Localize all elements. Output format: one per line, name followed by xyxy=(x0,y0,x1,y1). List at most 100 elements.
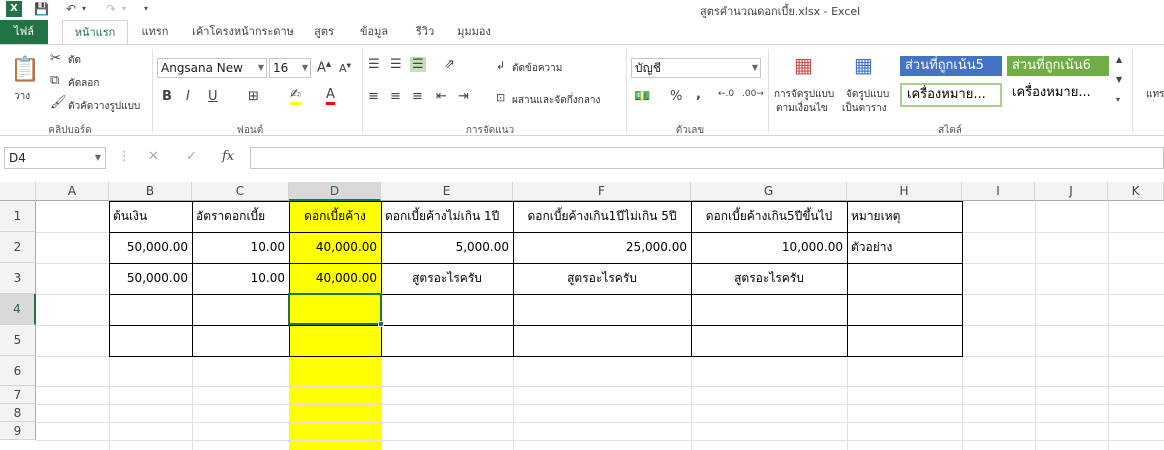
align-center-icon[interactable]: ≡ xyxy=(390,89,401,104)
column-header-h[interactable]: H xyxy=(847,182,962,201)
more-styles-icon[interactable]: ▾ xyxy=(1116,95,1120,104)
format-table-label-1[interactable]: จัดรูปแบบ xyxy=(846,87,889,102)
tab-review[interactable]: รีวิว xyxy=(408,20,442,44)
cancel-icon[interactable]: ✕ xyxy=(148,149,159,164)
decrease-font-icon[interactable]: A▼ xyxy=(339,62,351,75)
tab-page-layout[interactable]: เค้าโครงหน้ากระดาษ xyxy=(190,20,296,44)
column-header-b[interactable]: B xyxy=(109,182,192,201)
row-header-7[interactable]: 7 xyxy=(0,386,36,404)
column-header-e[interactable]: E xyxy=(381,182,513,201)
tab-data[interactable]: ข้อมูล xyxy=(354,20,394,44)
insert-cells-button[interactable]: แทร xyxy=(1146,87,1164,102)
bold-button[interactable]: B xyxy=(162,89,172,104)
column-header-g[interactable]: G xyxy=(691,182,847,201)
copy-icon[interactable]: ⧉ xyxy=(50,73,59,88)
formula-input[interactable] xyxy=(250,147,1164,169)
fill-handle[interactable] xyxy=(378,321,384,327)
increase-font-icon[interactable]: A▲ xyxy=(317,60,331,75)
scissors-icon[interactable]: ✂ xyxy=(50,51,61,66)
conditional-format-label-1[interactable]: การจัดรูปแบบ xyxy=(774,87,834,102)
align-top-icon[interactable]: ☰ xyxy=(368,57,380,72)
format-table-label-2[interactable]: เป็นตาราง xyxy=(842,101,887,116)
redo-dropdown-icon[interactable]: ▾ xyxy=(122,0,126,18)
increase-indent-icon[interactable]: ⇥ xyxy=(458,89,469,104)
cell-b3[interactable]: 50,000.00 xyxy=(109,263,192,293)
italic-button[interactable]: I xyxy=(186,89,190,104)
cell-f3[interactable]: สูตรอะไรครับ xyxy=(513,263,691,293)
cell-d1[interactable]: ดอกเบี้ยค้าง xyxy=(289,201,381,231)
row-header-5[interactable]: 5 xyxy=(0,325,36,356)
decrease-indent-icon[interactable]: ⇤ xyxy=(436,89,447,104)
column-header-j[interactable]: J xyxy=(1035,182,1108,201)
name-box[interactable]: D4 ▼ xyxy=(4,147,106,169)
cell-b1[interactable]: ต้นเงิน xyxy=(109,201,192,231)
column-header-i[interactable]: I xyxy=(962,182,1035,201)
format-painter-button[interactable]: ตัวคัดวางรูปแบบ xyxy=(68,99,140,114)
paste-button[interactable]: วาง xyxy=(14,89,30,104)
redo-icon[interactable]: ↷ xyxy=(106,0,116,18)
row-header-4[interactable]: 4 xyxy=(0,294,36,325)
column-header-d[interactable]: D xyxy=(289,182,381,201)
increase-decimal-icon[interactable]: ←.0 xyxy=(718,89,734,99)
save-icon[interactable]: 💾 xyxy=(34,0,49,18)
style-accent6[interactable]: ส่วนที่ถูกเน้น6 xyxy=(1007,56,1109,76)
percent-button[interactable]: % xyxy=(670,89,682,104)
align-left-icon[interactable]: ≡ xyxy=(368,89,379,104)
cell-g3[interactable]: สูตรอะไรครับ xyxy=(691,263,847,293)
format-table-icon[interactable]: ▦ xyxy=(854,53,873,77)
cell-f1[interactable]: ดอกเบี้ยค้างเกิน1ปีไม่เกิน 5ปี xyxy=(513,201,691,231)
align-right-icon[interactable]: ≡ xyxy=(412,89,423,104)
font-name-select[interactable]: Angsana New ▼ xyxy=(157,58,267,78)
decrease-decimal-icon[interactable]: .00→ xyxy=(742,89,764,99)
tab-formulas[interactable]: สูตร xyxy=(306,20,342,44)
format-painter-icon[interactable]: 🖌 xyxy=(50,95,67,110)
row-header-3[interactable]: 3 xyxy=(0,263,36,294)
active-cell-d4[interactable] xyxy=(288,293,382,325)
cell-e3[interactable]: สูตรอะไรครับ xyxy=(381,263,513,293)
cell-c2[interactable]: 10.00 xyxy=(192,232,289,262)
column-header-c[interactable]: C xyxy=(192,182,289,201)
cell-d2[interactable]: 40,000.00 xyxy=(289,232,381,262)
cell-e2[interactable]: 5,000.00 xyxy=(381,232,513,262)
customize-toolbar-icon[interactable]: ▾ xyxy=(144,0,148,18)
style-accent5[interactable]: ส่วนที่ถูกเน้น5 xyxy=(900,56,1002,76)
row-header-6[interactable]: 6 xyxy=(0,356,36,386)
worksheet[interactable]: ต้นเงิน อัตราดอกเบี้ย ดอกเบี้ยค้าง ดอกเบ… xyxy=(0,182,1164,450)
cell-g2[interactable]: 10,000.00 xyxy=(691,232,847,262)
cut-button[interactable]: ตัด xyxy=(68,53,81,68)
underline-button[interactable]: U xyxy=(208,89,218,104)
cell-g1[interactable]: ดอกเบี้ยค้างเกิน5ปีขึ้นไป xyxy=(691,201,847,231)
cell-e1[interactable]: ดอกเบี้ยค้างไม่เกิน 1ปี xyxy=(381,201,513,231)
row-header-8[interactable]: 8 xyxy=(0,404,36,422)
fill-color-icon[interactable]: ✍ xyxy=(290,87,301,105)
cell-d3[interactable]: 40,000.00 xyxy=(289,263,381,293)
tab-insert[interactable]: แทรก xyxy=(136,20,174,44)
comma-button[interactable]: , xyxy=(696,87,701,102)
scroll-down-icon[interactable]: ▼ xyxy=(1116,75,1122,84)
scroll-up-icon[interactable]: ▲ xyxy=(1116,55,1122,64)
orientation-icon[interactable]: ⇗ xyxy=(444,57,455,72)
paste-icon[interactable]: 📋 xyxy=(10,55,40,83)
conditional-format-label-2[interactable]: ตามเงื่อนไข xyxy=(776,101,828,116)
style-comma-1[interactable]: เครื่องหมาย... xyxy=(900,83,1002,107)
insert-function-button[interactable]: fx xyxy=(222,149,234,164)
cell-h2[interactable]: ตัวอย่าง xyxy=(847,232,962,262)
cell-b2[interactable]: 50,000.00 xyxy=(109,232,192,262)
conditional-format-icon[interactable]: ▦ xyxy=(794,53,813,77)
merge-center-button[interactable]: ผสานและจัดกึ่งกลาง xyxy=(512,93,600,108)
cell-f2[interactable]: 25,000.00 xyxy=(513,232,691,262)
undo-icon[interactable]: ↶ xyxy=(66,0,76,18)
row-header-9[interactable]: 9 xyxy=(0,422,36,440)
align-middle-icon[interactable]: ☰ xyxy=(390,57,402,72)
copy-button[interactable]: คัดลอก xyxy=(68,76,99,91)
font-color-icon[interactable]: A xyxy=(326,87,335,105)
tab-home[interactable]: หน้าแรก xyxy=(62,20,128,45)
enter-icon[interactable]: ✓ xyxy=(186,149,197,164)
row-header-1[interactable]: 1 xyxy=(0,201,36,232)
cell-c1[interactable]: อัตราดอกเบี้ย xyxy=(192,201,289,231)
style-comma-2[interactable]: เครื่องหมาย... xyxy=(1007,83,1109,107)
wrap-text-button[interactable]: ตัดข้อความ xyxy=(512,61,562,76)
tab-view[interactable]: มุมมอง xyxy=(452,20,496,44)
currency-icon[interactable]: 💵 xyxy=(634,89,650,104)
borders-icon[interactable]: ⊞ xyxy=(248,89,259,104)
